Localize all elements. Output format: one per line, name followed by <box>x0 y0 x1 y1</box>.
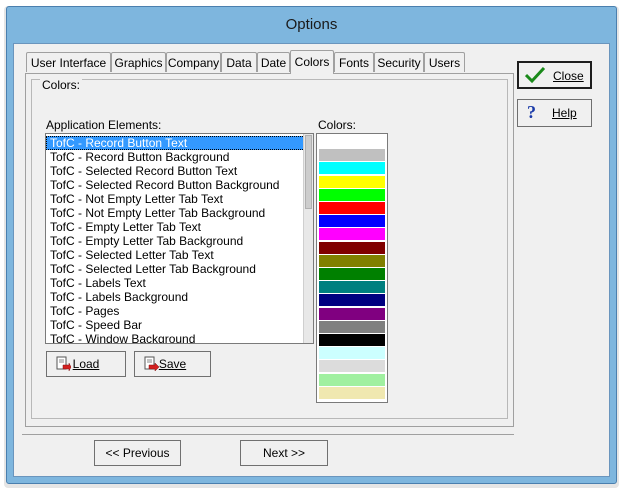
color-swatch[interactable] <box>319 188 385 201</box>
color-swatch[interactable] <box>319 386 385 399</box>
list-item[interactable]: TofC - Labels Text <box>46 276 313 290</box>
color-swatch[interactable] <box>319 360 385 373</box>
list-item[interactable]: TofC - Record Button Background <box>46 150 313 164</box>
question-icon: ? <box>527 102 536 122</box>
list-item[interactable]: TofC - Selected Letter Tab Text <box>46 248 313 262</box>
load-button-label: Load <box>72 357 100 371</box>
color-swatch[interactable] <box>319 307 385 320</box>
color-swatch[interactable] <box>319 334 385 346</box>
tab-fonts[interactable]: Fonts <box>334 52 374 72</box>
list-item[interactable]: TofC - Labels Background <box>46 290 313 304</box>
tab-user-interface[interactable]: User Interface <box>26 52 111 72</box>
list-item[interactable]: TofC - Pages <box>46 304 313 318</box>
color-swatch[interactable] <box>319 175 385 188</box>
color-swatch-list[interactable] <box>316 133 388 403</box>
color-swatch[interactable] <box>319 241 385 254</box>
previous-button[interactable]: << Previous <box>94 440 181 466</box>
tab-data[interactable]: Data <box>221 52 257 72</box>
application-elements-label: Application Elements: <box>46 118 162 132</box>
colors-label: Colors: <box>318 118 357 132</box>
color-swatch[interactable] <box>319 228 385 241</box>
list-item[interactable]: TofC - Selected Letter Tab Background <box>46 262 313 276</box>
tab-date[interactable]: Date <box>257 52 290 72</box>
tab-graphics[interactable]: Graphics <box>111 52 166 72</box>
dialog-client: User Interface Graphics Company Data Date Col… <box>13 43 610 477</box>
close-button[interactable]: Close <box>517 61 592 89</box>
help-button-label: Help <box>552 106 577 120</box>
tab-company[interactable]: Company <box>166 52 221 72</box>
color-swatch[interactable] <box>319 268 385 280</box>
list-item[interactable]: TofC - Empty Letter Tab Background <box>46 234 313 248</box>
color-swatch[interactable] <box>319 294 385 307</box>
next-button-label: Next >> <box>262 446 306 460</box>
application-elements-list[interactable]: TofC - Record Button Text TofC - Record B… <box>45 133 314 344</box>
list-item[interactable]: TofC - Not Empty Letter Tab Background <box>46 206 313 220</box>
save-button-label: Save <box>158 357 187 371</box>
color-swatch[interactable] <box>319 347 385 360</box>
list-item[interactable]: TofC - Not Empty Letter Tab Text <box>46 192 313 206</box>
color-swatch[interactable] <box>319 149 385 162</box>
scrollbar-thumb[interactable] <box>305 135 312 209</box>
load-button[interactable]: Load <box>46 351 126 377</box>
tab-colors[interactable]: Colors <box>290 50 334 74</box>
list-scrollbar[interactable] <box>303 134 313 343</box>
help-button[interactable]: ? Help <box>517 99 592 127</box>
color-swatch[interactable] <box>319 136 385 148</box>
save-button[interactable]: Save <box>134 351 211 377</box>
list-item[interactable]: TofC - Empty Letter Tab Text <box>46 220 313 234</box>
tab-users[interactable]: Users <box>424 52 465 72</box>
close-button-label: Close <box>553 69 584 83</box>
list-item[interactable]: TofC - Record Button Text <box>46 136 313 150</box>
color-swatch[interactable] <box>319 373 385 386</box>
color-swatch[interactable] <box>319 320 385 333</box>
options-window: Options User Interface Graphics Company Dat… <box>6 6 617 484</box>
list-item[interactable]: TofC - Window Background <box>46 332 313 343</box>
footer-divider <box>22 434 514 435</box>
color-swatch[interactable] <box>319 215 385 228</box>
checkmark-icon <box>525 66 545 84</box>
tab-security[interactable]: Security <box>374 52 424 72</box>
color-swatch[interactable] <box>319 162 385 175</box>
list-item[interactable]: TofC - Selected Record Button Text <box>46 164 313 178</box>
previous-button-label: << Previous <box>105 446 170 460</box>
list-item[interactable]: TofC - Selected Record Button Background <box>46 178 313 192</box>
colors-tab-panel: Colors: Application Elements: Colors: To… <box>25 73 514 427</box>
color-swatch[interactable] <box>319 202 385 214</box>
color-swatch[interactable] <box>319 281 385 294</box>
window-title: Options <box>285 16 338 33</box>
list-item[interactable]: TofC - Speed Bar <box>46 318 313 332</box>
color-swatch[interactable] <box>319 254 385 267</box>
group-legend: Colors: <box>40 78 83 92</box>
next-button[interactable]: Next >> <box>240 440 328 466</box>
